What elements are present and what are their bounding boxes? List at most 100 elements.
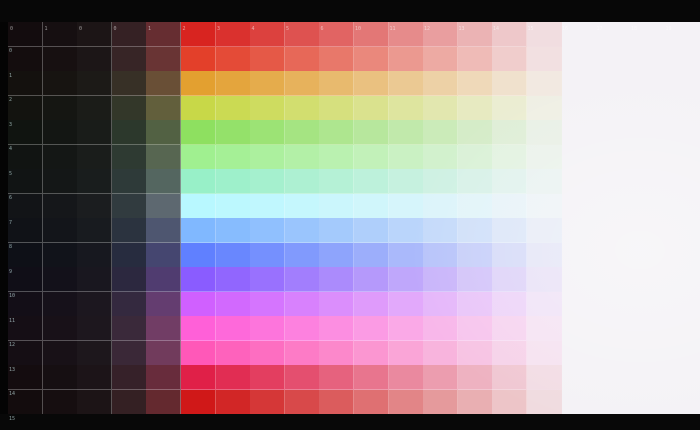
grid-cell [215, 71, 251, 96]
grid-cell [665, 267, 700, 292]
grid-cell [8, 291, 44, 317]
grid-cell [215, 193, 251, 219]
grid-cell [596, 169, 632, 194]
grid-cell [250, 242, 286, 268]
grid-cell [492, 218, 528, 243]
grid-cell [8, 22, 44, 47]
grid-cell [284, 22, 320, 47]
grid-cell [319, 218, 355, 243]
grid-cell [8, 169, 44, 194]
grid-cell [319, 316, 355, 341]
grid-cell [284, 120, 320, 145]
grid-cell [630, 193, 666, 219]
grid-cell [630, 267, 666, 292]
grid-cell [527, 218, 563, 243]
grid-cell [596, 95, 632, 121]
grid-cell [284, 144, 320, 170]
grid-cell [146, 169, 182, 194]
grid-cell [423, 46, 459, 72]
grid-cell [665, 218, 700, 243]
grid-cell [215, 365, 251, 390]
grid-cell [8, 120, 44, 145]
grid-cell [8, 193, 44, 219]
grid-cell [492, 193, 528, 219]
grid-cell [77, 144, 113, 170]
grid-cell [181, 316, 217, 341]
grid-cell [146, 365, 182, 390]
grid-cell [630, 340, 666, 366]
grid-cell [181, 291, 217, 317]
grid-cell [457, 71, 493, 96]
grid-cell [527, 267, 563, 292]
grid-cell [665, 144, 700, 170]
grid-cell [492, 46, 528, 72]
grid-cell [111, 242, 147, 268]
grid-cell [527, 193, 563, 219]
grid-cell [354, 242, 390, 268]
grid-cell [561, 193, 597, 219]
grid-cell [630, 144, 666, 170]
grid-cell [181, 365, 217, 390]
grid-cell [630, 71, 666, 96]
grid-cell [457, 340, 493, 366]
grid-cell [42, 193, 78, 219]
grid-cell [354, 95, 390, 121]
grid-cell [492, 316, 528, 341]
grid-cell [457, 193, 493, 219]
grid-cell [665, 242, 700, 268]
grid-cell [665, 169, 700, 194]
grid-cell [111, 144, 147, 170]
grid-cell [388, 389, 424, 415]
grid-cell [354, 193, 390, 219]
grid-cell [250, 316, 286, 341]
grid-cell [319, 22, 355, 47]
grid-cell [388, 22, 424, 47]
grid-cell [354, 169, 390, 194]
grid-cell [561, 71, 597, 96]
grid-cell [665, 46, 700, 72]
grid-cell [423, 389, 459, 415]
grid-cell [42, 95, 78, 121]
grid-cell [181, 218, 217, 243]
grid-cell [527, 95, 563, 121]
grid-cell [146, 193, 182, 219]
grid-cell [181, 267, 217, 292]
grid-cell [492, 71, 528, 96]
grid-cell [319, 267, 355, 292]
grid-cell [8, 316, 44, 341]
grid-cell [630, 22, 666, 47]
grid-cell [250, 22, 286, 47]
grid-cell [250, 218, 286, 243]
grid-cell [354, 71, 390, 96]
grid-cell [561, 169, 597, 194]
grid-cell [596, 389, 632, 415]
grid-cell [77, 242, 113, 268]
grid-cell [319, 340, 355, 366]
grid-cell [527, 71, 563, 96]
grid-cell [388, 46, 424, 72]
grid-cell [284, 218, 320, 243]
grid-cell [42, 169, 78, 194]
grid-cell [284, 71, 320, 96]
grid-cell [250, 389, 286, 415]
grid-cell [630, 46, 666, 72]
grid-cell [284, 169, 320, 194]
grid-cell [561, 389, 597, 415]
grid-cell [215, 389, 251, 415]
grid-cell [457, 242, 493, 268]
grid-cell [42, 218, 78, 243]
color-grid [8, 22, 700, 415]
grid-cell [596, 71, 632, 96]
grid-cell [319, 46, 355, 72]
grid-cell [250, 120, 286, 145]
grid-cell [111, 316, 147, 341]
grid-cell [561, 46, 597, 72]
grid-cell [354, 144, 390, 170]
grid-cell [596, 267, 632, 292]
grid-cell [561, 242, 597, 268]
grid-cell [354, 291, 390, 317]
grid-cell [8, 144, 44, 170]
top-bezel [0, 0, 700, 22]
grid-cell [388, 120, 424, 145]
grid-cell [215, 95, 251, 121]
